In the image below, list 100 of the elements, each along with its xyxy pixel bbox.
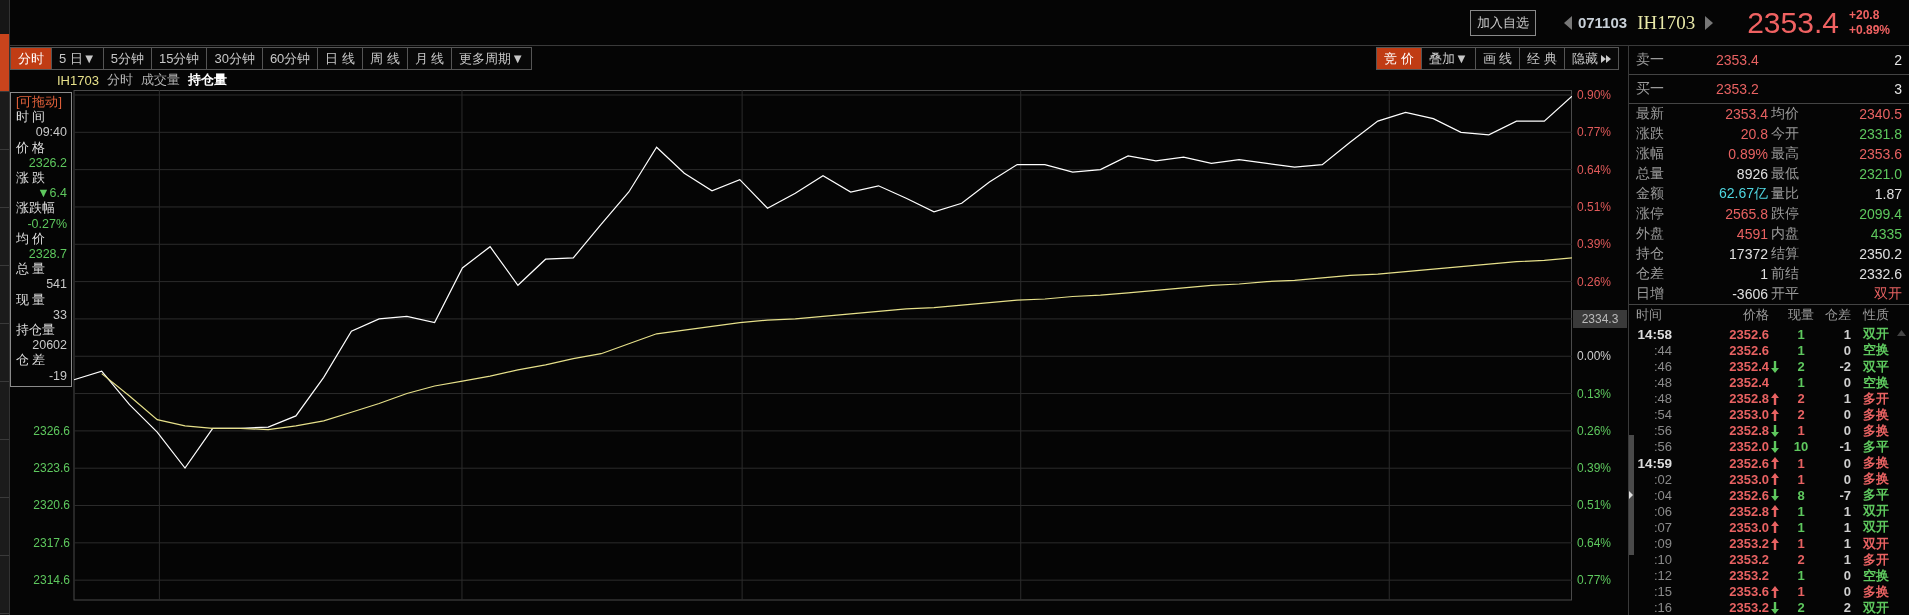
trade-type: 空换 [1862,373,1890,392]
period-tab[interactable]: 周 线 [362,47,408,70]
open-interest-change: 0 [1842,423,1851,439]
open-interest-change: 0 [1842,568,1851,584]
trade-type: 多换 [1862,582,1890,601]
side-tab[interactable] [0,150,9,208]
trade-time: :04 [1652,487,1672,503]
open-interest-change: 2 [1842,600,1851,615]
axis-label: 2323.6 [33,461,70,476]
legend-item[interactable]: 持仓量 [187,71,227,89]
period-tab[interactable]: 日 线 [317,47,363,70]
open-interest-change: -2 [1838,359,1851,374]
stat-value: 4335 [1869,225,1902,242]
tooltip-value: -19 [47,368,67,384]
trade-price: 2352.8 [1728,423,1769,439]
trade-type: 多平 [1862,486,1890,504]
trade-type: 多平 [1862,437,1890,456]
axis-label: 2320.6 [33,498,70,513]
axis-label: 0.77% [1576,573,1612,588]
collapse-handle[interactable] [1629,435,1634,555]
tooltip-value: 541 [45,277,67,293]
stat-label: 均价 [1770,104,1800,123]
toolbar-button[interactable]: 画 线 [1474,47,1521,70]
trade-volume: 2 [1796,552,1806,568]
stat-label: 前结 [1770,264,1800,283]
previous-icon[interactable] [1563,15,1572,30]
tooltip-value: 09:40 [34,125,67,141]
open-interest-change: 1 [1842,326,1851,342]
side-tab[interactable] [0,440,9,498]
stat-value: 2099.4 [1858,205,1902,222]
tooltip-label: 总 量 [16,262,47,278]
stat-label: 内盘 [1770,224,1800,243]
tooltip-value: ▼6.4 [36,186,67,201]
period-tab[interactable]: 5分钟 [102,47,152,70]
axis-label: 0.90% [1576,88,1612,102]
legend-item[interactable]: IH1703 [57,72,99,88]
period-tab[interactable]: 15分钟 [150,47,208,70]
period-tab[interactable]: 60分钟 [261,47,319,70]
tooltip-label: 涨 跌 [16,171,47,187]
trade-time: :56 [1652,423,1672,439]
trade-volume: 1 [1796,423,1806,439]
trade-type: 双开 [1862,534,1890,553]
stat-label: 今开 [1770,124,1800,143]
trade-type: 空换 [1862,341,1890,360]
period-tab[interactable]: 月 线 [406,47,453,70]
axis-label: 0.26% [1576,423,1612,438]
trade-type: 多换 [1862,454,1890,472]
period-tab[interactable]: 分时 [10,47,52,70]
stat-value: 4591 [1735,225,1768,242]
axis-label: 0.26% [1576,274,1612,289]
tooltip-label: 现 量 [16,292,47,308]
order-book-label: 卖一 [1636,50,1665,69]
trade-volume: 1 [1796,536,1806,552]
stat-value: 2332.6 [1858,265,1902,282]
trade-volume: 1 [1796,375,1806,391]
legend-item[interactable]: 成交量 [140,71,180,89]
open-interest-change: 1 [1842,519,1851,535]
side-tab[interactable] [0,34,9,92]
side-tab[interactable] [0,324,9,382]
period-tab[interactable]: 5 日▼ [51,47,104,70]
toolbar-button[interactable]: 隐藏 [1564,47,1619,70]
trade-time: :44 [1652,342,1672,358]
open-interest-change: 0 [1842,584,1851,600]
add-to-watchlist-button[interactable]: 加入自选 [1469,9,1536,36]
contract-symbol: IH1703 [1637,11,1696,34]
stat-value: 2340.5 [1858,105,1902,122]
data-tooltip[interactable]: [可拖动] 时 间 09:40 价 格 2326.2 涨 跌 ▼6.4 涨跌幅 -0.27% 均 价 2328.7 总 量 541 现 量 33 持仓量 20602 仓 差 -19 [10,92,72,387]
side-tab[interactable] [0,92,9,150]
trade-time: :48 [1652,391,1672,407]
toolbar-button[interactable]: 叠加▼ [1420,47,1476,70]
scroll-up-icon[interactable] [1897,330,1906,336]
side-tab[interactable] [0,208,9,266]
legend-item[interactable]: 分时 [106,71,133,89]
trade-price: 2352.8 [1728,503,1769,519]
open-interest-change: 1 [1842,391,1851,407]
contract-code: 071103 [1577,14,1628,31]
side-tab[interactable] [0,382,9,440]
side-tab[interactable] [0,498,9,556]
stat-label: 跌停 [1770,204,1800,223]
side-tab[interactable] [0,266,9,324]
side-tab[interactable] [0,556,9,614]
trade-type: 双开 [1862,325,1890,343]
period-tab[interactable]: 30分钟 [206,47,263,70]
trade-time: :16 [1652,600,1672,615]
trade-volume: 2 [1796,391,1806,407]
order-book-label: 买一 [1636,79,1665,98]
stat-value: 2565.8 [1724,205,1768,222]
toolbar-button[interactable]: 经 典 [1519,47,1565,70]
tooltip-value: 20602 [31,338,67,353]
order-book-volume: 2 [1893,51,1902,68]
axis-label: 2317.6 [33,535,70,550]
column-header: 价格 [1742,305,1769,324]
stat-label: 结算 [1770,244,1800,263]
price-change: +20.8 [1848,7,1881,23]
axis-label: 0.39% [1576,461,1612,476]
period-tab[interactable]: 更多周期▼ [451,47,533,70]
tooltip-title: [可拖动] [16,95,63,110]
toolbar-button[interactable]: 竞 价 [1376,47,1422,70]
tooltip-value: 2326.2 [27,155,67,171]
next-icon[interactable] [1705,15,1714,30]
